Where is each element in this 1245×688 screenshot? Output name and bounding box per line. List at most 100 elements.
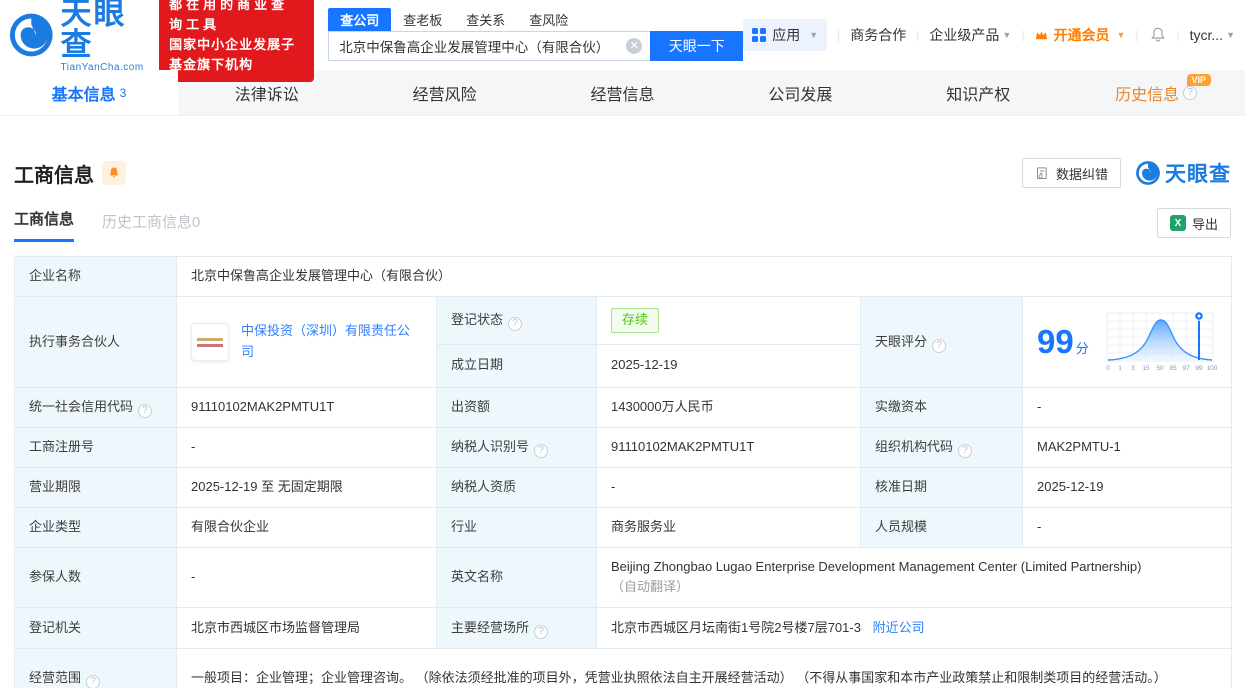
taxpayer-id-label: 纳税人识别号 (451, 439, 530, 454)
industry-label: 行业 (436, 506, 597, 548)
export-label: 导出 (1191, 216, 1218, 232)
username: tycr... (1189, 27, 1224, 43)
address-label: 主要经营场所 (451, 619, 530, 635)
reg-no-value: - (176, 427, 437, 468)
apps-label: 应用 (772, 27, 801, 43)
address-text: 北京市西城区月坛南街1号院2号楼7层701-3 (611, 619, 861, 635)
business-scope-label: 经营范围 (29, 670, 82, 686)
industry-value: 商务服务业 (596, 506, 861, 548)
divider: | (837, 28, 841, 42)
vip-badge: VIP (1186, 74, 1212, 86)
main-content: 工商信息 数据纠错 天眼查 工商信息 历史工商信息0 X 导出 企业名称 北京中… (0, 116, 1245, 688)
taxpayer-id-value: 91110102MAK2PMTU1T (596, 427, 861, 468)
subscribe-bell-button[interactable] (102, 161, 126, 185)
data-correction-label: 数据纠错 (1055, 166, 1108, 182)
taxpayer-quality-label: 纳税人资质 (436, 467, 597, 508)
header-menu: 应用 ▼ | 商务合作 | 企业级产品 ▼ | 开通会员 ▼ | | tycr.… (743, 19, 1235, 51)
partner-company-link[interactable]: 中保投资（深圳）有限责任公司 (241, 321, 422, 363)
established-label: 成立日期 (436, 343, 597, 389)
tianyancha-logo-icon (9, 13, 53, 57)
tab-legal[interactable]: 法律诉讼 (178, 70, 356, 115)
taxpayer-id-label-cell: 纳税人识别号? (436, 427, 597, 468)
tab-operating-info[interactable]: 经营信息 (534, 70, 712, 115)
company-type-label: 企业类型 (14, 506, 177, 548)
tab-intellectual-property[interactable]: 知识产权 (889, 70, 1067, 115)
search-tabs: 查公司 查老板 查关系 查风险 (328, 8, 743, 31)
help-icon[interactable]: ? (958, 444, 973, 458)
company-name-label: 企业名称 (14, 256, 177, 297)
data-correction-button[interactable]: 数据纠错 (1021, 158, 1121, 188)
tab-basic-info[interactable]: 基本信息 3 (0, 70, 178, 115)
table-row: 企业类型 有限合伙企业 行业 商务服务业 人员规模 - (14, 506, 1233, 548)
table-row: 登记机关 北京市西城区市场监督管理局 主要经营场所? 北京市西城区月坛南街1号院… (14, 607, 1233, 650)
status-label-cell: 登记状态? (436, 296, 597, 345)
partner-label: 执行事务合伙人 (14, 296, 177, 388)
watermark-logo: 天眼查 (1135, 158, 1231, 188)
tab-operating-risk[interactable]: 经营风险 (356, 70, 534, 115)
help-icon[interactable]: ? (534, 444, 549, 458)
svg-text:100: 100 (1206, 365, 1217, 372)
table-row: 企业名称 北京中保鲁高企业发展管理中心（有限合伙） (14, 256, 1233, 297)
business-scope-value: 一般项目：企业管理；企业管理咨询。 （除依法须经批准的项目外，凭营业执照依法自主… (175, 648, 1233, 688)
table-row: 参保人数 - 英文名称 Beijing Zhongbao Lugao Enter… (14, 546, 1233, 609)
help-icon[interactable]: ? (1183, 85, 1198, 100)
subtab-business-info[interactable]: 工商信息 (14, 208, 75, 242)
chevron-down-icon: ▼ (809, 30, 819, 40)
capital-label: 出资额 (436, 387, 597, 428)
english-name-label: 英文名称 (436, 546, 597, 609)
score-unit: 分 (1075, 340, 1089, 356)
search-input[interactable] (328, 31, 651, 61)
score-label: 天眼评分 (875, 333, 928, 349)
crown-icon (1036, 30, 1048, 39)
score-cell: 99 分 0 1 3 15 50 85 97 99 100 (1021, 296, 1233, 388)
help-icon[interactable]: ? (508, 316, 523, 331)
help-icon[interactable]: ? (86, 675, 101, 688)
english-name-text: Beijing Zhongbao Lugao Enterprise Develo… (611, 558, 1142, 574)
help-icon[interactable]: ? (534, 624, 549, 639)
menu-enterprise[interactable]: 企业级产品 ▼ (929, 25, 1011, 45)
help-icon[interactable]: ? (932, 338, 947, 353)
org-code-label-cell: 组织机构代码? (860, 427, 1023, 468)
term-label: 营业期限 (14, 467, 177, 508)
search-tab-boss[interactable]: 查老板 (391, 8, 454, 31)
menu-cooperation[interactable]: 商务合作 (850, 25, 906, 45)
tab-company-development[interactable]: 公司发展 (711, 70, 889, 115)
approval-date-label: 核准日期 (860, 467, 1023, 508)
notification-bell-icon[interactable] (1149, 26, 1167, 44)
reg-no-label: 工商注册号 (14, 427, 177, 468)
org-code-value: MAK2PMTU-1 (1021, 427, 1233, 468)
table-row: 工商注册号 - 纳税人识别号? 91110102MAK2PMTU1T 组织机构代… (14, 427, 1233, 468)
table-row: 执行事务合伙人 中保投资（深圳）有限责任公司 登记状态? 存续 天眼评分? 99… (14, 296, 1233, 388)
insured-value: - (176, 546, 437, 609)
credit-code-label: 统一社会信用代码 (29, 399, 134, 414)
table-row: 统一社会信用代码? 91110102MAK2PMTU1T 出资额 1430000… (14, 387, 1233, 428)
english-name-value: Beijing Zhongbao Lugao Enterprise Develo… (595, 546, 1233, 609)
apps-menu[interactable]: 应用 ▼ (743, 19, 828, 51)
subtab-history-business-info[interactable]: 历史工商信息0 (102, 211, 200, 242)
search-tab-company[interactable]: 查公司 (328, 8, 392, 31)
org-code-label: 组织机构代码 (875, 439, 954, 454)
search-button[interactable]: 天眼一下 (650, 31, 744, 61)
paid-capital-value: - (1021, 387, 1233, 428)
search-tab-risk[interactable]: 查风险 (517, 8, 580, 31)
help-icon[interactable]: ? (138, 404, 153, 418)
divider: | (1135, 28, 1139, 42)
taxpayer-quality-value: - (596, 467, 861, 508)
nearby-companies-link[interactable]: 附近公司 (873, 620, 925, 635)
promo-line-1: 都在用的商业查询工具 (169, 0, 289, 32)
status-label: 登记状态 (451, 311, 504, 327)
user-menu[interactable]: tycr... ▼ (1190, 27, 1235, 43)
tab-basic-info-label: 基本信息 (51, 86, 116, 104)
tianyancha-logo[interactable]: 天眼查 TianYanCha.com (8, 0, 149, 73)
tab-history-info[interactable]: VIP 历史信息 ? (1067, 70, 1245, 115)
tab-history-info-label: 历史信息 (1115, 86, 1180, 104)
divider: | (1021, 28, 1025, 42)
vip-upgrade-link[interactable]: 开通会员 ▼ (1034, 25, 1125, 45)
top-header: 天眼查 TianYanCha.com 都在用的商业查询工具 国家中小企业发展子基… (0, 0, 1245, 83)
partner-value: 中保投资（深圳）有限责任公司 (176, 296, 437, 388)
company-name-value: 北京中保鲁高企业发展管理中心（有限合伙） (175, 256, 1233, 297)
search-tab-relation[interactable]: 查关系 (454, 8, 517, 31)
score-distribution-chart[interactable]: 0 1 3 15 50 85 97 99 100 (1103, 308, 1221, 376)
credit-code-value: 91110102MAK2PMTU1T (176, 387, 437, 428)
export-button[interactable]: X 导出 (1156, 208, 1231, 238)
